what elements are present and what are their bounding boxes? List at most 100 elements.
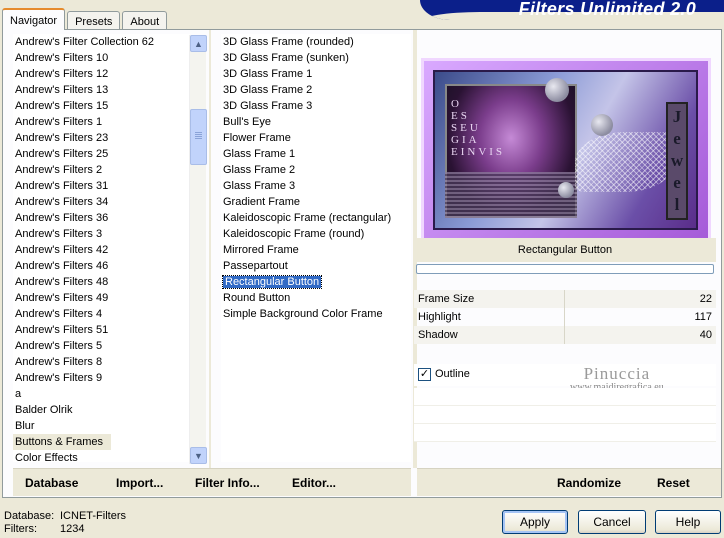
filter-item-label: Rectangular Button <box>221 275 323 289</box>
category-item[interactable]: a <box>13 386 190 402</box>
filter-list[interactable]: 3D Glass Frame (rounded) 3D Glass Frame (… <box>221 34 411 462</box>
category-item[interactable]: Andrew's Filters 42 <box>13 242 190 258</box>
category-item[interactable]: Andrew's Filters 15 <box>13 98 190 114</box>
category-item[interactable]: Color Effects <box>13 450 190 462</box>
category-item[interactable]: Andrew's Filters 8 <box>13 354 190 370</box>
tab-presets[interactable]: Presets <box>67 11 121 30</box>
param-row[interactable]: Shadow 40 <box>414 326 716 344</box>
filters-count: 1234 <box>60 523 85 535</box>
filter-item[interactable]: Mirrored Frame <box>221 242 411 258</box>
filter-item[interactable]: 3D Glass Frame (sunken) <box>221 50 411 66</box>
outline-label: Outline <box>435 368 470 380</box>
category-item[interactable]: Balder Olrik <box>13 402 190 418</box>
preview-text-line: EINVIS <box>451 146 506 158</box>
slider-tick <box>564 308 565 326</box>
filter-item-label: 3D Glass Frame 1 <box>223 68 313 80</box>
filter-item[interactable]: Glass Frame 1 <box>221 146 411 162</box>
filter-item-label: Bull's Eye <box>223 116 271 128</box>
reset-button[interactable]: Reset <box>657 476 690 490</box>
import-button[interactable]: Import... <box>116 476 163 490</box>
preview-text: O ES SEU GIA EINVIS <box>451 98 505 158</box>
param-value[interactable]: 22 <box>700 290 712 308</box>
filter-item[interactable]: Glass Frame 2 <box>221 162 411 178</box>
filter-item[interactable]: 3D Glass Frame 2 <box>221 82 411 98</box>
category-item[interactable]: Andrew's Filters 13 <box>13 82 190 98</box>
filter-item-label: 3D Glass Frame 2 <box>223 84 313 96</box>
scroll-thumb[interactable] <box>190 109 207 165</box>
category-item[interactable]: Andrew's Filters 49 <box>13 290 190 306</box>
filter-item[interactable]: Gradient Frame <box>221 194 411 210</box>
category-item[interactable]: Andrew's Filters 2 <box>13 162 190 178</box>
filter-info-button[interactable]: Filter Info... <box>195 476 260 490</box>
tab-navigator[interactable]: Navigator <box>2 8 66 30</box>
scroll-up-button[interactable]: ▲ <box>190 35 207 52</box>
filter-item-label: Glass Frame 2 <box>223 164 296 176</box>
tab-strip: Navigator Presets About <box>2 8 169 30</box>
category-scrollbar[interactable]: ▲ ▼ <box>189 35 207 464</box>
category-item[interactable]: Andrew's Filters 46 <box>13 258 190 274</box>
filter-item[interactable]: Rectangular Button <box>221 274 411 290</box>
category-item[interactable]: Andrew's Filters 3 <box>13 226 190 242</box>
filter-item[interactable]: Bull's Eye <box>221 114 411 130</box>
filter-item-label: Passepartout <box>223 260 288 272</box>
filter-item[interactable]: Simple Background Color Frame <box>221 306 411 322</box>
category-item[interactable]: Andrew's Filters 34 <box>13 194 190 210</box>
outline-checkbox[interactable]: ✓ <box>418 368 431 381</box>
filter-item-label: Simple Background Color Frame <box>223 308 383 320</box>
help-button[interactable]: Help <box>655 510 721 534</box>
category-item[interactable]: Andrew's Filters 5 <box>13 338 190 354</box>
category-item[interactable]: Andrew's Filters 4 <box>13 306 190 322</box>
category-item[interactable]: Andrew's Filters 51 <box>13 322 190 338</box>
param-value[interactable]: 40 <box>700 326 712 344</box>
editor-button[interactable]: Editor... <box>292 476 336 490</box>
filter-item[interactable]: 3D Glass Frame 3 <box>221 98 411 114</box>
preview-side-letter: e <box>673 129 681 148</box>
category-item[interactable]: Andrew's Filters 9 <box>13 370 190 386</box>
scroll-down-button[interactable]: ▼ <box>190 447 207 464</box>
filter-item[interactable]: 3D Glass Frame (rounded) <box>221 34 411 50</box>
filter-item-label: Kaleidoscopic Frame (rectangular) <box>223 212 392 224</box>
watermark-name: Pinuccia <box>583 364 651 383</box>
preview-text-line: GIA <box>451 134 480 146</box>
database-label: Database: <box>4 510 55 522</box>
param-value[interactable]: 117 <box>694 308 712 326</box>
category-list[interactable]: Andrew's Filter Collection 62 Andrew's Fi… <box>13 34 190 462</box>
category-item[interactable]: Blur <box>13 418 190 434</box>
filter-item-label: Flower Frame <box>223 132 291 144</box>
category-item[interactable]: Andrew's Filters 23 <box>13 130 190 146</box>
category-item[interactable]: Buttons & Frames <box>13 434 112 450</box>
category-item[interactable]: Andrew's Filters 12 <box>13 66 190 82</box>
outline-row[interactable]: ✓ Outline <box>414 364 716 386</box>
filter-item[interactable]: Passepartout <box>221 258 411 274</box>
filter-item[interactable]: Kaleidoscopic Frame (rectangular) <box>221 210 411 226</box>
tab-about[interactable]: About <box>122 11 168 30</box>
filter-item[interactable]: 3D Glass Frame 1 <box>221 66 411 82</box>
apply-button[interactable]: Apply <box>502 510 568 534</box>
preview-side-word: Jewel <box>666 102 688 220</box>
filter-item[interactable]: Flower Frame <box>221 130 411 146</box>
filter-item[interactable]: Round Button <box>221 290 411 306</box>
filter-item[interactable]: Glass Frame 3 <box>221 178 411 194</box>
param-label: Highlight <box>418 311 461 323</box>
preview-side-letter: w <box>670 151 684 170</box>
preview-net <box>575 132 675 192</box>
randomize-button[interactable]: Randomize <box>557 476 621 490</box>
category-item[interactable]: Andrew's Filters 1 <box>13 114 190 130</box>
preview-side-letter: l <box>674 195 680 214</box>
category-item[interactable]: Andrew's Filters 10 <box>13 50 190 66</box>
param-label: Shadow <box>418 329 458 341</box>
category-item[interactable]: Andrew's Filters 31 <box>13 178 190 194</box>
param-row[interactable]: Highlight 117 <box>414 308 716 326</box>
chevron-down-icon: ▼ <box>194 450 203 461</box>
cancel-button[interactable]: Cancel <box>578 510 646 534</box>
param-row[interactable]: Frame Size 22 <box>414 290 716 308</box>
database-button[interactable]: Database <box>25 476 78 490</box>
category-item[interactable]: Andrew's Filters 36 <box>13 210 190 226</box>
preview-area: O ES SEU GIA EINVIS Jewel <box>417 32 719 262</box>
preview-text-line: O <box>451 98 462 110</box>
category-item[interactable]: Andrew's Filters 25 <box>13 146 190 162</box>
category-item[interactable]: Andrew's Filter Collection 62 <box>13 34 190 50</box>
filter-item[interactable]: Kaleidoscopic Frame (round) <box>221 226 411 242</box>
category-item[interactable]: Andrew's Filters 48 <box>13 274 190 290</box>
preview-text-line: SEU <box>451 122 481 134</box>
